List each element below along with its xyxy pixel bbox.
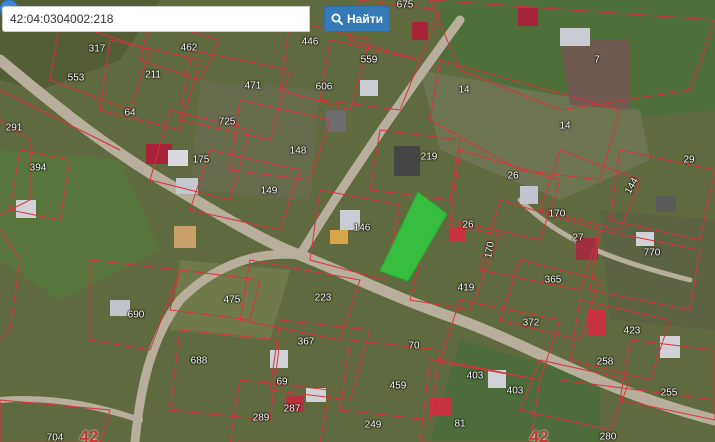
- parcel-label[interactable]: 394: [30, 163, 47, 174]
- parcel-label[interactable]: 365: [545, 275, 562, 286]
- parcel-label[interactable]: 419: [458, 283, 475, 294]
- parcel-label[interactable]: 475: [224, 295, 241, 306]
- parcel-label[interactable]: 675: [397, 0, 414, 11]
- parcel-label[interactable]: 289: [253, 413, 270, 424]
- parcel-label[interactable]: 64: [124, 108, 135, 119]
- parcel-label[interactable]: 423: [624, 326, 641, 337]
- parcel-label[interactable]: 770: [644, 248, 661, 259]
- parcel-label[interactable]: 462: [181, 43, 198, 54]
- parcel-label[interactable]: 14: [458, 85, 469, 96]
- parcel-label[interactable]: 249: [365, 420, 382, 431]
- parcel-label[interactable]: 725: [219, 117, 236, 128]
- parcel-label[interactable]: 26: [507, 171, 518, 182]
- parcel-label[interactable]: 553: [68, 73, 85, 84]
- parcel-label[interactable]: 148: [290, 146, 307, 157]
- zone-label: 42: [79, 427, 99, 442]
- parcel-label[interactable]: 26: [462, 220, 473, 231]
- field-patch: [560, 40, 630, 110]
- search-icon: [331, 13, 343, 25]
- search-bar: Найти: [2, 6, 390, 32]
- parcel-label[interactable]: 223: [315, 293, 332, 304]
- parcel-label[interactable]: 255: [661, 388, 678, 399]
- field-patch: [190, 80, 320, 200]
- parcel-label[interactable]: 14: [559, 121, 570, 132]
- parcel-label[interactable]: 704: [47, 433, 64, 442]
- parcel-label[interactable]: 69: [276, 377, 287, 388]
- parcel-label[interactable]: 559: [361, 55, 378, 66]
- parcel-label[interactable]: 7: [594, 55, 600, 66]
- parcel-label[interactable]: 606: [316, 82, 333, 93]
- parcel-label[interactable]: 175: [193, 155, 210, 166]
- parcel-label[interactable]: 459: [390, 381, 407, 392]
- search-button[interactable]: Найти: [324, 6, 390, 32]
- parcel-label[interactable]: 291: [6, 123, 23, 134]
- parcel-label[interactable]: 690: [128, 310, 145, 321]
- parcel-label[interactable]: 27: [572, 233, 583, 244]
- parcel-label[interactable]: 219: [421, 152, 438, 163]
- map-canvas[interactable]: [0, 0, 715, 442]
- parcel-label[interactable]: 29: [683, 155, 694, 166]
- parcel-label[interactable]: 258: [597, 357, 614, 368]
- parcel-label[interactable]: 471: [245, 81, 262, 92]
- parcel-label[interactable]: 170: [549, 209, 566, 220]
- parcel-label[interactable]: 367: [298, 337, 315, 348]
- parcel-label[interactable]: 688: [191, 356, 208, 367]
- parcel-label[interactable]: 446: [302, 37, 319, 48]
- parcel-label[interactable]: 280: [600, 432, 617, 442]
- parcel-label[interactable]: 403: [467, 371, 484, 382]
- parcel-label[interactable]: 149: [261, 186, 278, 197]
- search-input[interactable]: [2, 6, 310, 32]
- satellite-map[interactable]: 675 317 462 446 7 553 211 559 606 471 14…: [0, 0, 715, 442]
- parcel-label[interactable]: 372: [523, 318, 540, 329]
- parcel-label[interactable]: 317: [89, 44, 106, 55]
- parcel-label[interactable]: 287: [284, 404, 301, 415]
- parcel-label[interactable]: 211: [145, 70, 161, 81]
- search-button-label: Найти: [347, 12, 383, 26]
- parcel-label[interactable]: 146: [354, 223, 371, 234]
- zone-label: 42: [529, 427, 549, 442]
- parcel-label[interactable]: 70: [408, 341, 419, 352]
- parcel-label[interactable]: 81: [454, 419, 465, 430]
- parcel-label[interactable]: 403: [507, 386, 524, 397]
